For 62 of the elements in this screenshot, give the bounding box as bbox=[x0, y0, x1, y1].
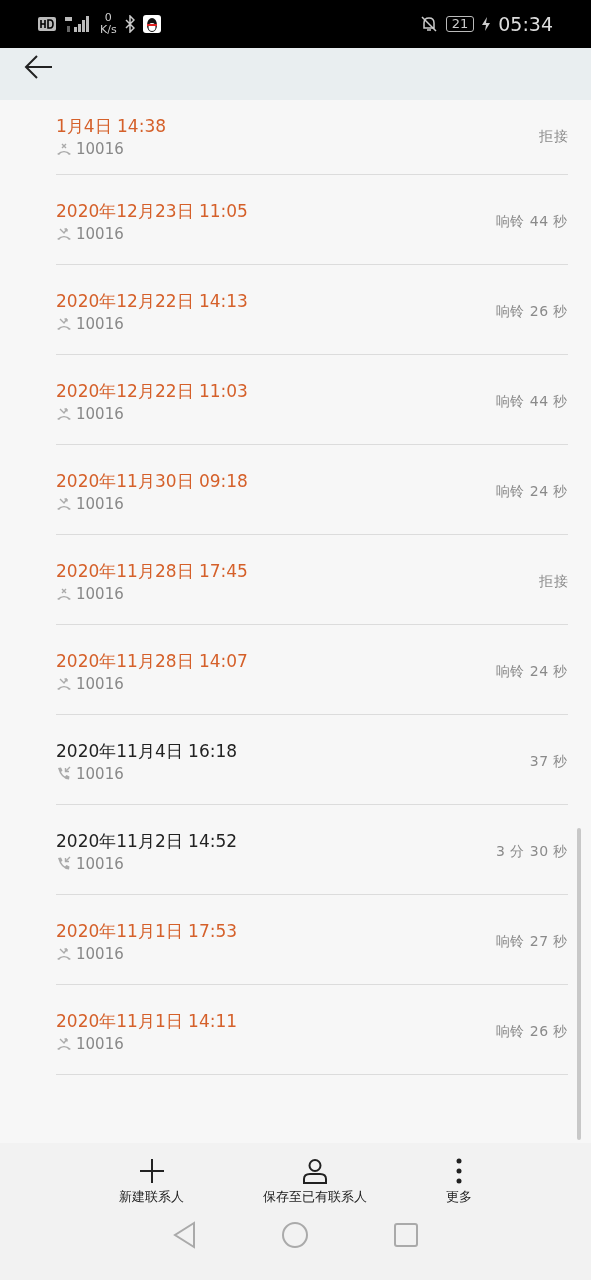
phone-number: 10016 bbox=[76, 1033, 124, 1054]
phone-number: 10016 bbox=[76, 223, 124, 244]
missed-call-icon bbox=[56, 946, 72, 961]
hd-icon bbox=[38, 17, 56, 31]
bluetooth-icon bbox=[124, 15, 135, 33]
call-datetime: 2020年11月4日 16:18 bbox=[56, 739, 239, 762]
call-datetime: 2020年12月22日 11:03 bbox=[56, 379, 249, 402]
call-datetime: 2020年11月30日 09:18 bbox=[56, 469, 249, 492]
phone-number: 10016 bbox=[76, 313, 124, 334]
person-icon bbox=[302, 1157, 328, 1184]
call-detail: 响铃 24 秒 bbox=[495, 662, 568, 681]
missed-call-icon bbox=[56, 316, 72, 331]
call-detail: 响铃 24 秒 bbox=[495, 482, 568, 501]
scrollbar[interactable] bbox=[577, 828, 581, 1140]
bell-off-icon bbox=[419, 15, 438, 33]
incoming-call-icon bbox=[56, 766, 72, 781]
call-datetime: 2020年11月1日 14:11 bbox=[56, 1009, 239, 1032]
app-icon bbox=[142, 15, 161, 33]
call-datetime: 2020年12月23日 11:05 bbox=[56, 199, 249, 222]
rejected-call-icon bbox=[56, 142, 72, 156]
phone-number: 10016 bbox=[76, 853, 124, 874]
call-datetime: 2020年11月28日 14:07 bbox=[56, 649, 249, 672]
incoming-call-icon bbox=[56, 856, 72, 871]
phone-number: 10016 bbox=[76, 943, 124, 964]
call-datetime: 2020年11月2日 14:52 bbox=[56, 829, 239, 852]
missed-call-icon bbox=[56, 406, 72, 421]
missed-call-icon bbox=[56, 496, 72, 511]
call-datetime: 2020年11月28日 17:45 bbox=[56, 559, 249, 582]
clock: 05:34 bbox=[498, 13, 553, 35]
call-detail: 响铃 44 秒 bbox=[495, 212, 568, 231]
missed-call-icon bbox=[56, 226, 72, 241]
phone-number: 10016 bbox=[76, 403, 124, 424]
call-detail: 响铃 27 秒 bbox=[495, 932, 568, 951]
missed-call-icon bbox=[56, 676, 72, 691]
charging-icon bbox=[482, 17, 491, 31]
call-datetime: 2020年12月22日 14:13 bbox=[56, 289, 249, 312]
call-detail: 拒接 bbox=[539, 572, 568, 591]
nav-home-button[interactable] bbox=[280, 1220, 311, 1250]
battery-level: 21 bbox=[445, 16, 475, 32]
phone-number: 10016 bbox=[76, 763, 124, 784]
signal-icon bbox=[64, 15, 92, 33]
rejected-call-icon bbox=[56, 586, 72, 601]
call-detail: 响铃 26 秒 bbox=[495, 302, 568, 321]
call-datetime: 2020年11月1日 17:53 bbox=[56, 919, 239, 942]
action-button[interactable]: 更多 bbox=[445, 1143, 472, 1220]
phone-number: 10016 bbox=[76, 493, 124, 514]
plus-icon bbox=[138, 1157, 165, 1184]
call-datetime: 1月4日 14:38 bbox=[56, 115, 168, 137]
more-icon bbox=[454, 1157, 463, 1184]
call-detail: 响铃 44 秒 bbox=[495, 392, 568, 411]
action-button[interactable]: 保存至已有联系人 bbox=[263, 1143, 367, 1220]
speed-value: 0 bbox=[104, 12, 112, 24]
call-detail: 响铃 26 秒 bbox=[495, 1022, 568, 1041]
action-button[interactable]: 新建联系人 bbox=[119, 1143, 185, 1220]
call-detail: 3 分 30 秒 bbox=[495, 842, 568, 861]
phone-number: 10016 bbox=[76, 139, 124, 159]
call-detail: 37 秒 bbox=[529, 752, 568, 771]
phone-number: 10016 bbox=[76, 583, 124, 604]
missed-call-icon bbox=[56, 1036, 72, 1051]
speed-unit: K/s bbox=[100, 24, 117, 36]
phone-number: 10016 bbox=[76, 673, 124, 694]
call-detail: 拒接 bbox=[539, 128, 568, 146]
